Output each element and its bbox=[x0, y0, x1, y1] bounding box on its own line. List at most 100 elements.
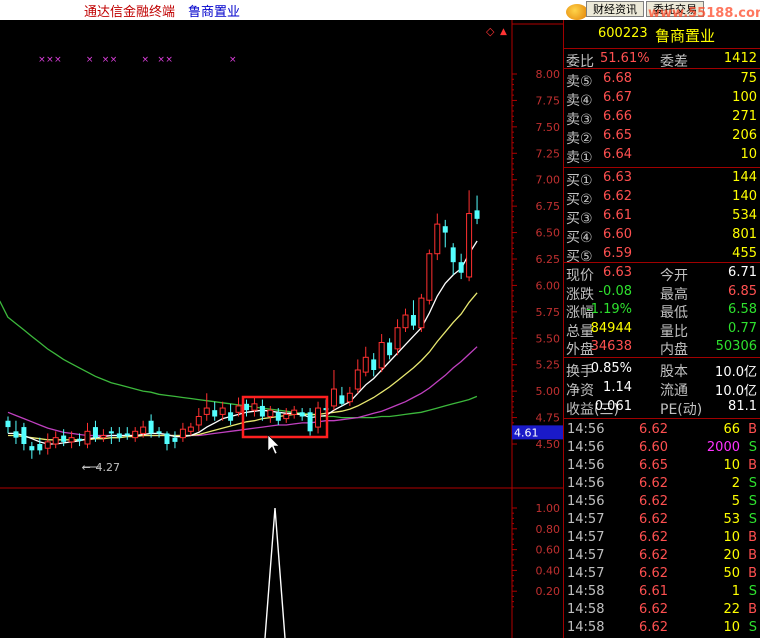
candle-body bbox=[244, 403, 249, 411]
price-tick-label: 5.25 bbox=[536, 359, 561, 372]
signal-mark-icon: × bbox=[157, 55, 165, 65]
tick-row[interactable]: 14:58 6.61 1 S bbox=[564, 583, 760, 601]
quote-row: 总量 84944 量比 0.77 bbox=[564, 320, 760, 340]
tick-price: 6.61 bbox=[639, 584, 668, 599]
candle-body bbox=[156, 431, 162, 434]
bid-volume: 455 bbox=[732, 246, 757, 261]
quote-panel: 600223 鲁商置业 委比 51.61% 委差 1412 卖⑤ 6.68 75 卖④… bbox=[563, 20, 760, 638]
tick-side: S bbox=[748, 440, 757, 455]
tick-side: S bbox=[748, 476, 757, 491]
quote-value: 6.85 bbox=[728, 283, 757, 299]
candle-body bbox=[339, 395, 345, 404]
tick-side: S bbox=[748, 494, 757, 509]
tick-time: 14:58 bbox=[567, 620, 605, 635]
tick-side: B bbox=[748, 548, 757, 563]
candle-body bbox=[228, 412, 234, 421]
price-tick-label: 7.25 bbox=[536, 147, 561, 160]
bid-level-label: 买① bbox=[566, 173, 593, 189]
candle-body bbox=[362, 356, 369, 373]
order-ratio-row: 委比 51.61% 委差 1412 bbox=[564, 50, 760, 70]
candle-body bbox=[187, 426, 194, 432]
tick-row[interactable]: 14:58 6.62 22 B bbox=[564, 601, 760, 619]
candle-body bbox=[124, 433, 130, 436]
candle-body bbox=[299, 412, 305, 417]
tick-row[interactable]: 14:57 6.62 20 B bbox=[564, 547, 760, 565]
tick-time: 14:56 bbox=[567, 422, 605, 437]
tick-time: 14:57 bbox=[567, 566, 605, 581]
tick-volume: 20 bbox=[723, 548, 740, 563]
logo-icon bbox=[566, 4, 588, 20]
kline-chart[interactable]: ◇ ▲ × × × × × × × × × × 8.007.757.507.257.006.756.… bbox=[0, 20, 563, 638]
divider bbox=[564, 262, 760, 263]
candle-body bbox=[330, 388, 337, 407]
order-ratio-value: 51.61% bbox=[600, 51, 650, 66]
bid-volume: 140 bbox=[732, 189, 757, 204]
bid-level-row: 买① 6.63 144 bbox=[564, 169, 760, 189]
candle-body bbox=[371, 359, 377, 370]
candle-body bbox=[251, 403, 258, 411]
quote-value: 84944 bbox=[590, 320, 632, 336]
quote-row: 涨幅 -1.19% 最低 6.58 bbox=[564, 301, 760, 321]
title-bar: 通达信金融终端 鲁商置业 财经资讯 委托交易 www.55188.com bbox=[0, 0, 760, 21]
tick-row[interactable]: 14:56 6.62 5 S bbox=[564, 493, 760, 511]
candle-body bbox=[212, 410, 218, 417]
fundamental-value: 10.0亿 bbox=[715, 365, 757, 380]
divider bbox=[564, 68, 760, 69]
candle-body bbox=[77, 438, 83, 441]
signal-mark-icon: × bbox=[46, 55, 54, 65]
price-tick-label: 4.50 bbox=[536, 438, 561, 451]
ask-price: 6.64 bbox=[603, 147, 632, 162]
candle-body bbox=[387, 342, 393, 356]
fundamental-value: 0.061 bbox=[594, 399, 632, 414]
ask-level-label: 卖② bbox=[566, 131, 593, 147]
price-tick-label: 7.00 bbox=[536, 174, 561, 187]
ask-level-row: 卖③ 6.66 271 bbox=[564, 108, 760, 128]
candle-body bbox=[100, 435, 107, 439]
tick-row[interactable]: 14:56 6.62 66 B bbox=[564, 421, 760, 439]
bid-level-row: 买③ 6.61 534 bbox=[564, 207, 760, 227]
tick-price: 6.62 bbox=[639, 530, 668, 545]
ask-level-label: 卖⑤ bbox=[566, 74, 593, 90]
price-tick-label: 5.00 bbox=[536, 385, 561, 398]
tick-volume: 10 bbox=[723, 458, 740, 473]
tick-row[interactable]: 14:56 6.60 2000 S bbox=[564, 439, 760, 457]
tick-row[interactable]: 14:58 6.62 10 S bbox=[564, 619, 760, 637]
candle-body bbox=[346, 392, 353, 403]
quote-row: 涨跌 -0.08 最高 6.85 bbox=[564, 283, 760, 303]
bid-level-row: 买④ 6.60 801 bbox=[564, 226, 760, 246]
tick-price: 6.62 bbox=[639, 620, 668, 635]
diamond-icon: ◇ bbox=[486, 25, 495, 38]
candle-body bbox=[92, 427, 98, 438]
ask-level-row: 卖① 6.64 10 bbox=[564, 146, 760, 166]
ask-level-label: 卖④ bbox=[566, 93, 593, 109]
divider bbox=[564, 418, 760, 419]
tick-row[interactable]: 14:57 6.62 50 B bbox=[564, 565, 760, 583]
ask-volume: 10 bbox=[740, 147, 757, 162]
candle-body bbox=[283, 413, 290, 420]
candle-body bbox=[5, 420, 11, 428]
candle-body bbox=[402, 314, 409, 329]
tick-row[interactable]: 14:56 6.62 2 S bbox=[564, 475, 760, 493]
ask-price: 6.68 bbox=[603, 71, 632, 86]
candle-body bbox=[394, 327, 401, 350]
low-annotation-label: 4.27 bbox=[96, 461, 121, 474]
finance-news-button[interactable]: 财经资讯 bbox=[586, 1, 644, 17]
fundamental-label: 净资 bbox=[566, 383, 594, 399]
tick-row[interactable]: 14:56 6.65 10 B bbox=[564, 457, 760, 475]
tick-row[interactable]: 14:57 6.62 53 S bbox=[564, 511, 760, 529]
tick-volume: 1 bbox=[731, 584, 740, 599]
price-tick-label: 5.75 bbox=[536, 306, 561, 319]
stock-code: 600223 bbox=[598, 26, 648, 41]
candle-body bbox=[108, 431, 114, 434]
signal-marks: × × × × × × × × × × bbox=[38, 55, 236, 65]
signal-mark-icon: × bbox=[54, 55, 62, 65]
watermark: www.55188.com bbox=[648, 6, 760, 21]
candle-body bbox=[458, 262, 464, 273]
candle-body bbox=[291, 409, 298, 415]
stock-title: 鲁商置业 bbox=[188, 5, 241, 20]
quote-row: 现价 6.63 今开 6.71 bbox=[564, 264, 760, 284]
tick-row[interactable]: 14:57 6.62 10 B bbox=[564, 529, 760, 547]
quote-value: 6.58 bbox=[728, 302, 757, 317]
signal-mark-icon: × bbox=[142, 55, 150, 65]
tick-side: B bbox=[748, 458, 757, 473]
